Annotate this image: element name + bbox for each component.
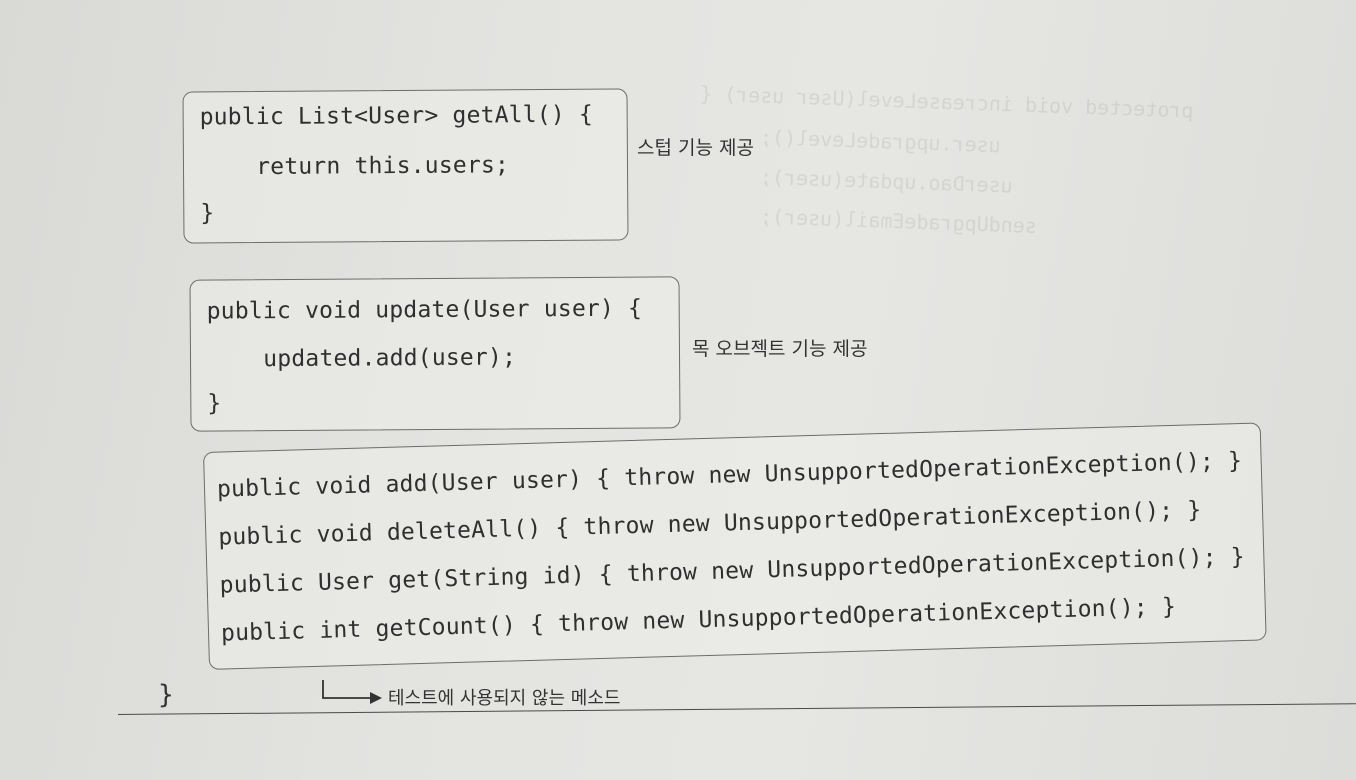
code-line: } <box>200 200 215 227</box>
bleed-through-text: sendUpgradeEmail(user); <box>759 204 1086 240</box>
stub-annotation: 스텁 기능 제공 <box>637 137 754 159</box>
code-line: public List<User> getAll() { <box>199 101 594 131</box>
code-line: public void update(User user) { <box>206 295 643 325</box>
code-line: public User get(String id) { throw new U… <box>219 543 1246 599</box>
code-line: updated.add(user); <box>206 344 517 373</box>
mock-code-box: public void update(User user) { updated.… <box>189 276 681 432</box>
bleed-through-text: user.upgradeLevel(); <box>759 124 1050 160</box>
mock-annotation: 목 오브젝트 기능 제공 <box>692 338 868 360</box>
unused-methods-box: public void add(User user) { throw new U… <box>203 422 1267 670</box>
code-line: } <box>207 390 222 417</box>
bent-arrow-icon <box>322 680 382 704</box>
unused-methods-annotation: 테스트에 사용되지 않는 메소드 <box>388 688 621 709</box>
code-line: return this.users; <box>199 152 510 181</box>
bleed-through-text: protected void increaseLevel(User user) … <box>699 81 1194 123</box>
section-divider <box>117 703 1356 715</box>
code-line: public void add(User user) { throw new U… <box>216 447 1243 503</box>
stub-code-box: public List<User> getAll() { return this… <box>182 88 629 244</box>
class-closing-brace: } <box>158 680 174 710</box>
bleed-through-text: userDao.update(user); <box>759 164 1062 200</box>
code-line: public void deleteAll() { throw new Unsu… <box>218 497 1202 551</box>
code-line: public int getCount() { throw new Unsupp… <box>220 593 1177 647</box>
